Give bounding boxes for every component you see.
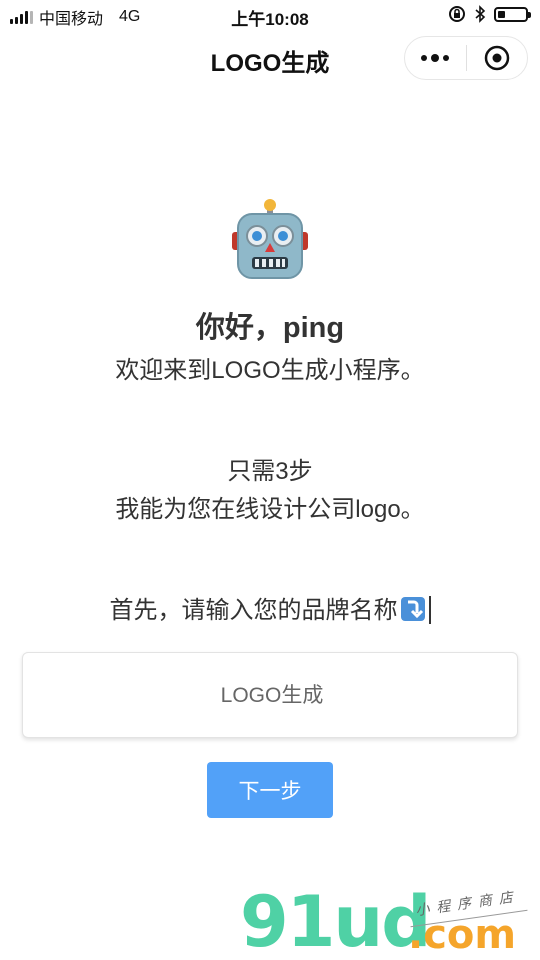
brand-name-input[interactable] [23,653,521,739]
status-right [448,5,531,23]
arrow-down-icon [400,597,425,621]
close-mini-program-button[interactable] [467,37,528,79]
more-icon [421,54,450,62]
rotation-lock-icon [449,6,465,22]
text-cursor [428,596,431,624]
battery-level [498,10,505,18]
bluetooth-icon [475,5,486,23]
nav-bar: LOGO生成 [0,30,540,86]
brand-input-card [22,652,521,739]
robot-icon [232,199,308,279]
capsule-menu [404,36,528,80]
mini-program-screen: 中国移动 4G 上午10:08 LOGO生成 你好，ping 欢迎来到LOGO生… [0,0,540,960]
prompt-line: 首先，请输入您的品牌名称 [0,590,540,625]
steps-text: 只需3步 [227,458,313,485]
prompt-text: 首先，请输入您的品牌名称 [109,597,398,624]
battery-icon [494,6,531,22]
status-bar: 中国移动 4G 上午10:08 [0,0,540,30]
greeting-heading: 你好，ping [195,312,345,344]
close-target-icon [484,45,509,71]
watermark-brand: 91ud [240,881,431,960]
welcome-text: 欢迎来到LOGO生成小程序。 [115,357,425,384]
watermark-domain: .com [408,912,517,958]
more-button[interactable] [405,37,466,79]
next-step-button[interactable]: 下一步 [207,762,333,818]
site-watermark: 91ud 小程序商店 .com [240,885,540,960]
design-text: 我能为您在线设计公司logo。 [115,496,425,523]
